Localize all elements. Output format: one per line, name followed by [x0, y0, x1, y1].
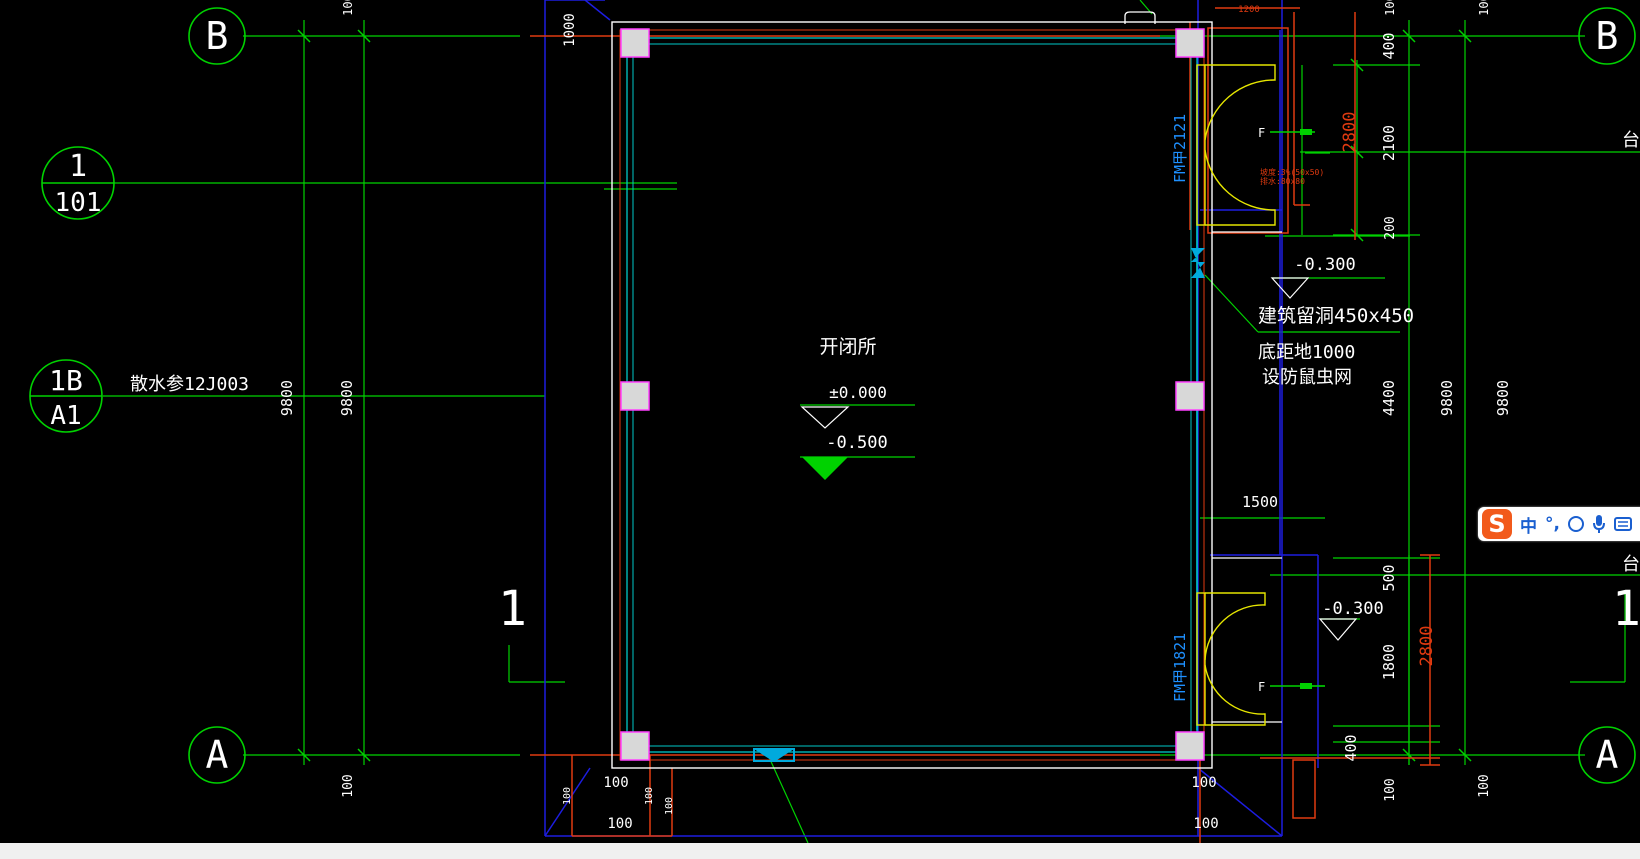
opening-note-line3: 设防鼠虫网: [1262, 367, 1352, 388]
microphone-icon[interactable]: [1592, 514, 1606, 534]
side-note-lower: 台阶: [1622, 554, 1640, 575]
red-note-2: 排水:80x80: [1260, 176, 1305, 186]
dim-400-a: 400: [1380, 32, 1398, 59]
opening-note-line2: 底距地1000: [1258, 342, 1355, 363]
dim-9800-a: 9800: [278, 380, 296, 416]
door-side-label-lower: F: [1258, 680, 1265, 694]
dim-100-f: 100: [1383, 778, 1398, 801]
ime-punctuation-toggle[interactable]: °,: [1545, 514, 1560, 534]
door-tag-upper: FM甲2121: [1171, 114, 1189, 183]
dim-100-m: 100: [664, 797, 675, 815]
keyboard-icon[interactable]: [1613, 516, 1632, 532]
dim-100-g: 100: [1477, 774, 1492, 797]
section-bubble-bottom: 101: [55, 188, 102, 218]
ime-toolbar[interactable]: S 中 °,: [1478, 507, 1640, 541]
dim-100-l: 100: [644, 787, 655, 805]
dim-1000: 1000: [562, 13, 578, 47]
dim-100-a: 100: [603, 775, 628, 791]
dim-100-j: 100: [1477, 0, 1491, 16]
dim-100-h: 100: [341, 0, 355, 16]
grid-bubble-a-left: A: [206, 733, 229, 777]
dim-100-e: 100: [341, 774, 356, 797]
apron-note: 散水参12J003: [130, 374, 249, 395]
section-bubble-top: 1: [69, 149, 87, 184]
status-bar: [0, 843, 1640, 859]
opening-note-line1: 建筑留洞450x450: [1258, 305, 1414, 327]
dim-400-b: 400: [1342, 734, 1360, 761]
elevation-minus300-upper: -0.300: [1294, 255, 1355, 275]
dim-1800: 1800: [1380, 644, 1398, 680]
dim-9800-d: 9800: [1494, 380, 1512, 416]
dim-100-i: 100: [1383, 0, 1397, 16]
sogou-logo-icon[interactable]: S: [1482, 509, 1512, 539]
elevation-floor: ±0.000: [829, 383, 887, 402]
dim-9800-b: 9800: [338, 380, 356, 416]
elevation-minus500: -0.500: [826, 433, 887, 453]
dim-1200: 1200: [1238, 5, 1260, 15]
dim-100-k: 100: [562, 787, 573, 805]
dim-100-b: 100: [607, 816, 632, 832]
dim-2100: 2100: [1380, 125, 1398, 161]
side-note-upper: 台阶: [1622, 130, 1640, 151]
dim-500: 500: [1380, 564, 1398, 591]
room-name: 开闭所: [819, 336, 876, 358]
grid-bubble-b-left: B: [206, 14, 229, 58]
elevation-minus300-lower: -0.300: [1322, 599, 1383, 619]
section-mark-right: 1: [1612, 581, 1640, 637]
emoji-icon[interactable]: [1567, 516, 1584, 532]
drawing-canvas[interactable]: B B A A 1 101 1B A1 F F 开闭所 ±0.000 -0.50…: [0, 0, 1640, 843]
detail-bubble-top: 1B: [49, 364, 83, 397]
red-note-1: 坡度:3%(50x50): [1260, 167, 1324, 177]
grid-bubble-b-right: B: [1596, 14, 1619, 58]
grid-bubble-a-right: A: [1596, 733, 1619, 777]
dim-200: 200: [1383, 216, 1398, 239]
dim-2800-lower: 2800: [1417, 626, 1437, 667]
dim-2800-upper: 2800: [1340, 112, 1360, 153]
section-mark-left: 1: [498, 581, 527, 637]
dim-100-d: 100: [1193, 816, 1218, 832]
detail-bubble-bottom: A1: [50, 401, 81, 431]
door-tag-lower: FM甲1821: [1171, 633, 1189, 702]
dim-4400: 4400: [1380, 380, 1398, 416]
door-side-label-upper: F: [1258, 126, 1265, 140]
dim-100-c: 100: [1191, 775, 1216, 791]
ime-mode-toggle[interactable]: 中: [1520, 512, 1537, 537]
cad-viewport[interactable]: B B A A 1 101 1B A1 F F 开闭所 ±0.000 -0.50…: [0, 0, 1640, 859]
dim-9800-c: 9800: [1438, 380, 1456, 416]
dim-1500: 1500: [1242, 493, 1278, 511]
